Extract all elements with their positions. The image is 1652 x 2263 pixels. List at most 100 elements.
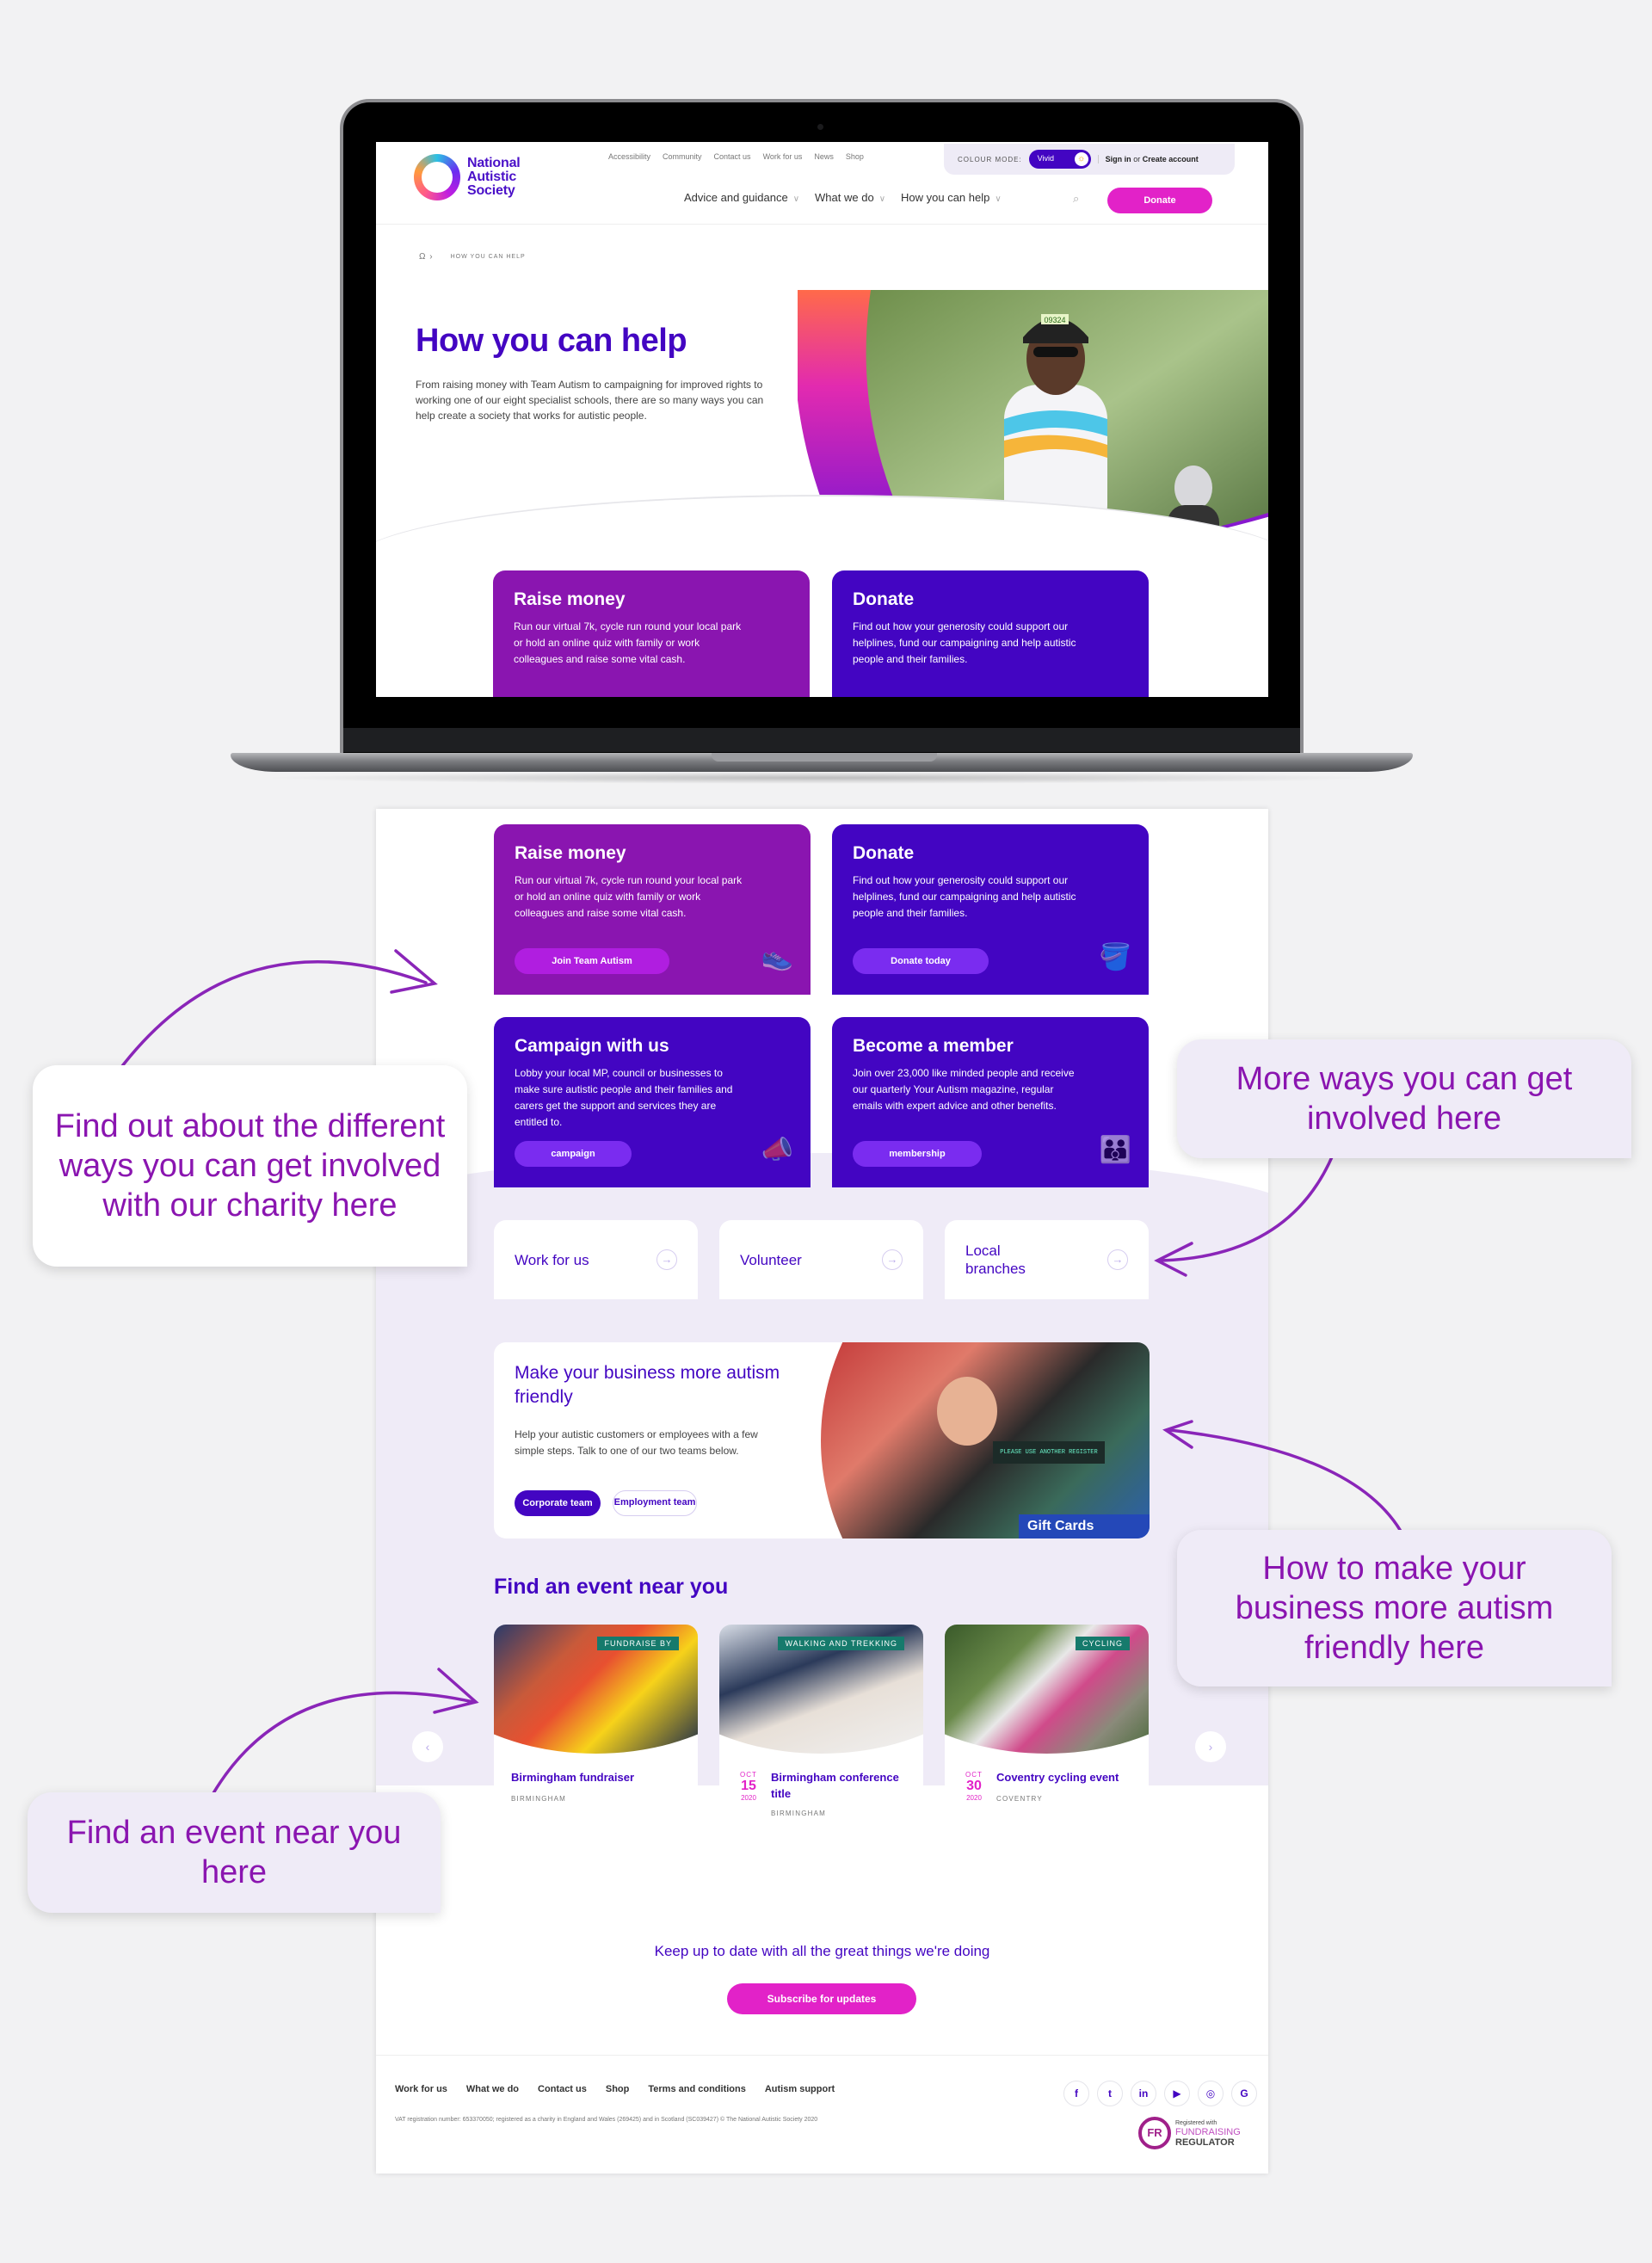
hero-description: From raising money with Team Autism to c… <box>416 379 764 422</box>
link-card-label: Local branches <box>965 1242 1026 1277</box>
event-card[interactable]: FUNDRAISE BY Birmingham fundraiser BIRMI… <box>494 1625 698 1863</box>
footer-link-shop[interactable]: Shop <box>606 2084 630 2094</box>
laptop-shadow <box>258 772 1385 784</box>
footer-link-what[interactable]: What we do <box>466 2084 519 2094</box>
annotation-text: Find out about the different ways you ca… <box>54 1108 446 1224</box>
corporate-team-button[interactable]: Corporate team <box>515 1490 601 1516</box>
card-title: Donate <box>853 843 915 863</box>
logo-mark-icon <box>414 154 460 200</box>
event-category-tag: FUNDRAISE BY <box>597 1637 679 1650</box>
util-link-news[interactable]: News <box>814 152 834 161</box>
card-raise-money-preview[interactable]: Raise money Run our virtual 7k, cycle ru… <box>493 570 810 697</box>
footer-link-support[interactable]: Autism support <box>765 2084 835 2094</box>
fr-text: Registered with FUNDRAISING REGULATOR <box>1175 2119 1241 2148</box>
nav-advice[interactable]: Advice and guidance ∨ <box>684 191 799 204</box>
event-location: BIRMINGHAM <box>771 1810 826 1817</box>
util-link-community[interactable]: Community <box>663 152 702 161</box>
link-card-volunteer[interactable]: Volunteer → <box>719 1220 923 1299</box>
arrow-right-icon: → <box>882 1249 903 1270</box>
annotation-business: How to make your business more autism fr… <box>1177 1530 1612 1686</box>
fr-mark: FR <box>1138 2117 1171 2149</box>
search-icon[interactable]: ⌕ <box>1073 192 1079 206</box>
page-title: How you can help <box>416 323 687 359</box>
laptop-screen: National Autistic Society Accessibility … <box>376 142 1268 697</box>
card-donate[interactable]: Donate Find out how your generosity coul… <box>832 824 1149 995</box>
event-date: OCT 15 2020 <box>737 1771 761 1802</box>
card-raise-money[interactable]: Raise money Run our virtual 7k, cycle ru… <box>494 824 811 995</box>
donate-button[interactable]: Donate <box>1107 188 1212 213</box>
breadcrumb-current: HOW YOU CAN HELP <box>450 254 526 260</box>
business-image: PLEASE USE ANOTHER REGISTER Gift Cards <box>821 1342 1150 1538</box>
footer-link-terms[interactable]: Terms and conditions <box>648 2084 745 2094</box>
page-scroll-view: Raise money Run our virtual 7k, cycle ru… <box>376 809 1268 2174</box>
footer-divider <box>376 2055 1268 2056</box>
campaign-button[interactable]: campaign <box>515 1141 632 1167</box>
membership-button[interactable]: membership <box>853 1141 982 1167</box>
event-month: OCT <box>965 1771 983 1779</box>
nav-label: How you can help <box>901 191 990 204</box>
event-card[interactable]: CYCLING OCT 30 2020 Coventry cycling eve… <box>945 1625 1149 1863</box>
create-account-link[interactable]: Create account <box>1143 155 1199 163</box>
gift-cards-sign: Gift Cards <box>1019 1514 1150 1538</box>
link-card-label: Work for us <box>515 1251 589 1268</box>
event-category-tag: WALKING AND TREKKING <box>778 1637 904 1650</box>
annotation-events: Find an event near you here <box>28 1792 441 1913</box>
linkedin-icon[interactable]: in <box>1131 2081 1156 2106</box>
link-card-label: Volunteer <box>740 1251 802 1268</box>
util-link-work[interactable]: Work for us <box>763 152 803 161</box>
link-card-work-for-us[interactable]: Work for us → <box>494 1220 698 1299</box>
sign-in-link[interactable]: Sign in <box>1106 155 1131 163</box>
donate-today-button[interactable]: Donate today <box>853 948 989 974</box>
link-card-local-branches[interactable]: Local branches → <box>945 1220 1149 1299</box>
event-year: 2020 <box>741 1794 756 1802</box>
logo-text-line: Society <box>467 183 515 198</box>
card-title: Become a member <box>853 1036 1014 1056</box>
home-icon[interactable]: Ω › <box>419 252 434 262</box>
event-title: Coventry cycling event <box>996 1771 1119 1784</box>
youtube-icon[interactable]: ▶ <box>1164 2081 1190 2106</box>
carousel-next-button[interactable]: › <box>1195 1731 1226 1762</box>
fr-line1: FUNDRAISING <box>1175 2126 1241 2137</box>
subscribe-button[interactable]: Subscribe for updates <box>727 1983 916 2014</box>
join-team-autism-button[interactable]: Join Team Autism <box>515 948 669 974</box>
breadcrumb: Ω › HOW YOU CAN HELP <box>419 252 526 262</box>
instagram-icon[interactable]: ◎ <box>1198 2081 1224 2106</box>
card-membership[interactable]: Become a member Join over 23,000 like mi… <box>832 1017 1149 1187</box>
util-link-accessibility[interactable]: Accessibility <box>608 152 650 161</box>
card-text: Lobby your local MP, council or business… <box>515 1067 733 1128</box>
colour-mode-toggle[interactable]: Vivid ☼ <box>1028 150 1091 169</box>
twitter-icon[interactable]: t <box>1097 2081 1123 2106</box>
annotation-text: How to make your business more autism fr… <box>1235 1551 1554 1666</box>
google-icon[interactable]: G <box>1231 2081 1257 2106</box>
event-location: COVENTRY <box>996 1795 1043 1803</box>
annotation-more: More ways you can get involved here <box>1177 1039 1631 1158</box>
trainer-icon: 👟 <box>761 943 793 971</box>
card-campaign[interactable]: Campaign with us Lobby your local MP, co… <box>494 1017 811 1187</box>
fundraising-regulator-badge[interactable]: FR Registered with FUNDRAISING REGULATOR <box>1138 2117 1241 2149</box>
event-card[interactable]: WALKING AND TREKKING OCT 15 2020 Birming… <box>719 1625 923 1863</box>
card-text: Run our virtual 7k, cycle run round your… <box>514 620 742 665</box>
nav-how-you-can-help[interactable]: How you can help ∨ <box>901 191 1002 204</box>
or-text: or <box>1133 155 1141 163</box>
register-display: PLEASE USE ANOTHER REGISTER <box>993 1441 1105 1464</box>
carousel-prev-button[interactable]: ‹ <box>412 1731 443 1762</box>
card-title: Raise money <box>514 589 626 609</box>
footer-link-work[interactable]: Work for us <box>395 2084 447 2094</box>
event-month: OCT <box>740 1771 757 1779</box>
laptop-camera <box>817 124 823 130</box>
site-logo[interactable]: National Autistic Society <box>414 154 521 200</box>
card-donate-preview[interactable]: Donate Find out how your generosity coul… <box>832 570 1149 697</box>
employment-team-button[interactable]: Employment team <box>613 1490 697 1516</box>
chevron-right-icon: › <box>1208 1740 1213 1754</box>
card-title: Donate <box>853 589 915 609</box>
util-link-contact[interactable]: Contact us <box>714 152 751 161</box>
nav-what-we-do[interactable]: What we do ∨ <box>815 191 885 204</box>
sun-icon: ☼ <box>1074 152 1088 166</box>
utility-nav: Accessibility Community Contact us Work … <box>608 152 864 161</box>
footer-link-contact[interactable]: Contact us <box>538 2084 587 2094</box>
nav-label: What we do <box>815 191 874 204</box>
util-link-shop[interactable]: Shop <box>846 152 864 161</box>
logo-text-line: National <box>467 156 521 170</box>
colour-mode-label: COLOUR MODE: <box>958 155 1022 163</box>
facebook-icon[interactable]: f <box>1063 2081 1089 2106</box>
